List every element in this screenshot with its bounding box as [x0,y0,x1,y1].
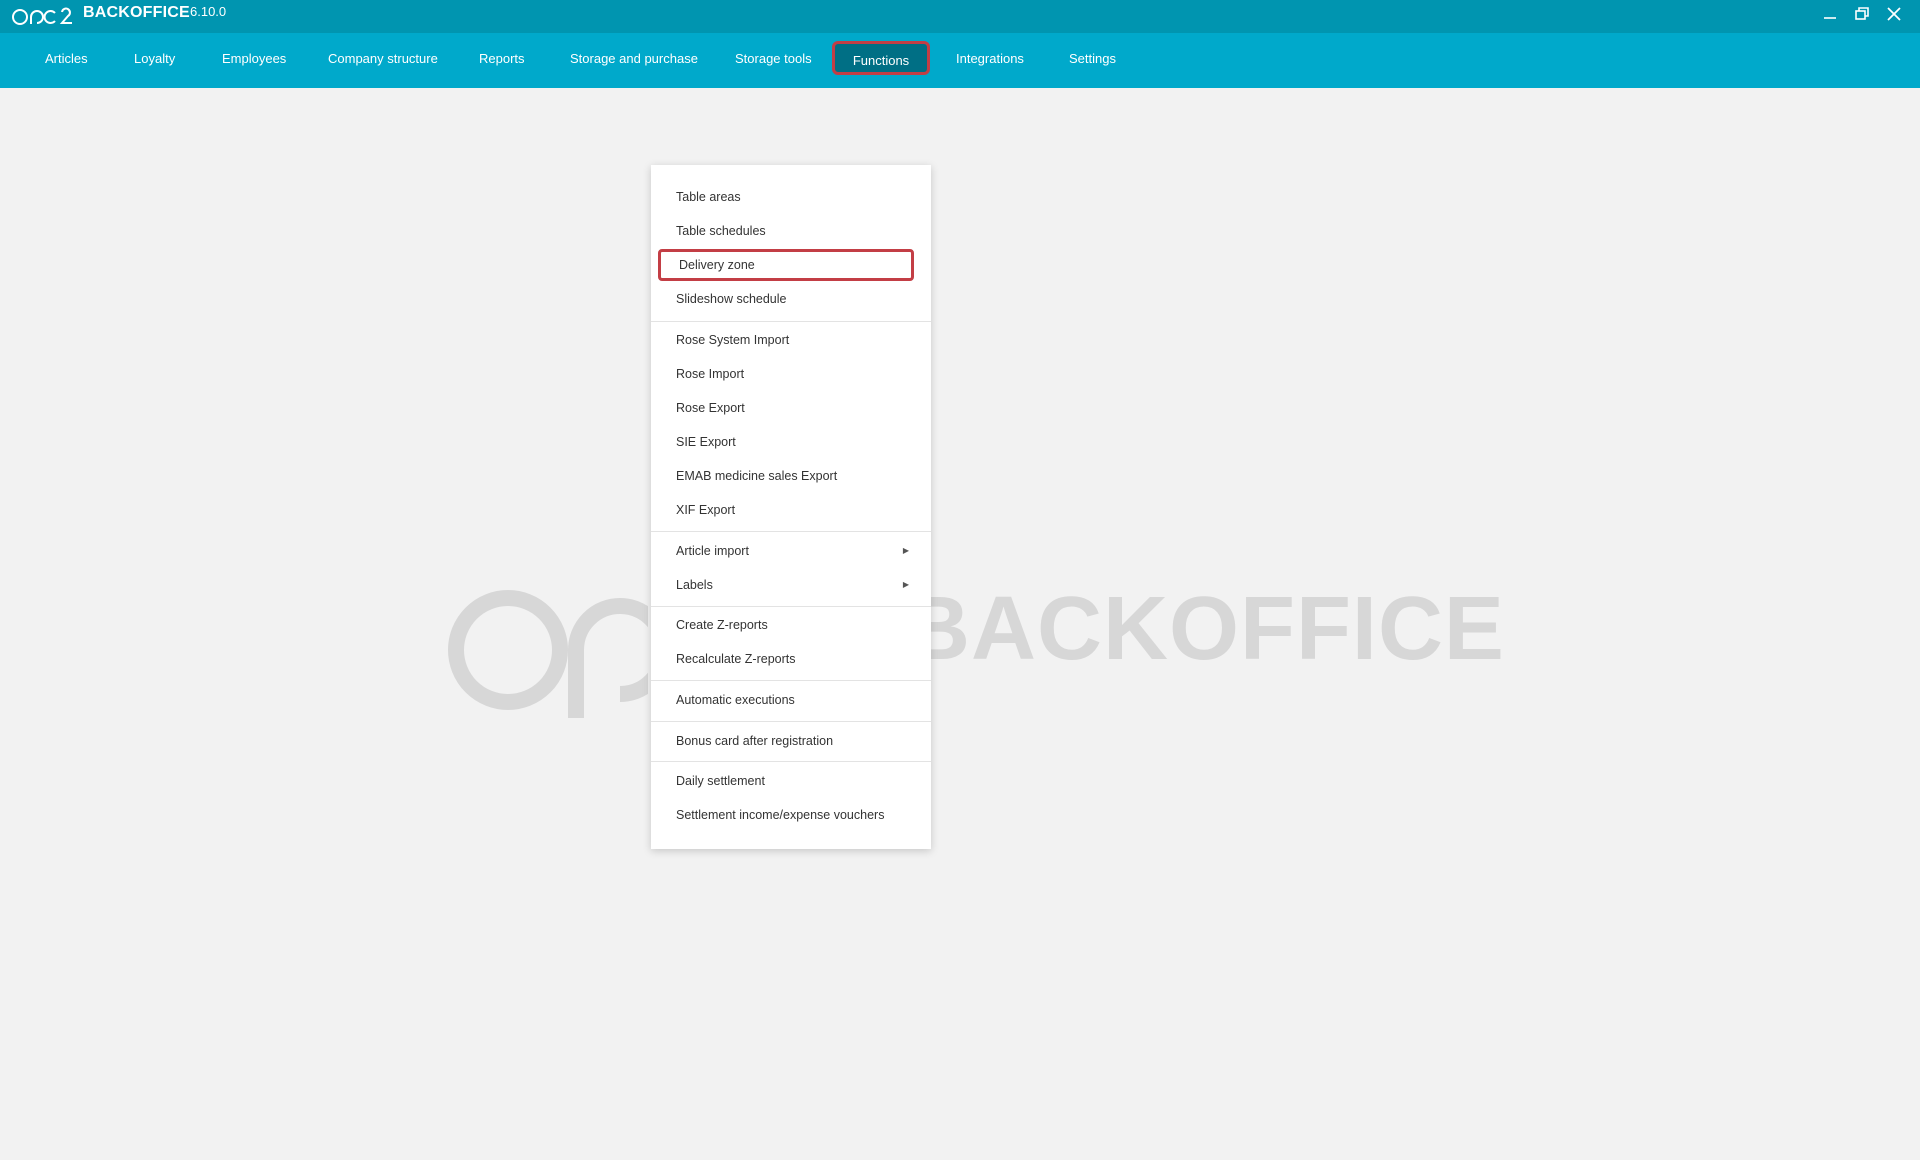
menu-item-article-import[interactable]: Article import ▶ [651,534,931,568]
menu-separator [651,721,931,722]
menu-item-delivery-zone[interactable]: Delivery zone [658,249,914,281]
menu-item-daily-settlement[interactable]: Daily settlement [651,764,931,798]
menu-item-settlement-vouchers[interactable]: Settlement income/expense vouchers [651,798,931,832]
chevron-right-icon: ▶ [902,580,909,589]
open-logo-icon [12,7,72,25]
nav-settings[interactable]: Settings [1069,33,1116,88]
main-content: BACKOFFICE Table areas Table schedules D… [0,88,1920,1160]
title-bar: BACKOFFICE 6.10.0 [0,0,1920,33]
nav-functions[interactable]: Functions [832,41,930,75]
app-version: 6.10.0 [190,4,227,19]
chevron-right-icon: ▶ [902,546,909,555]
app-title: BACKOFFICE [83,4,190,21]
functions-menu: Table areas Table schedules Delivery zon… [651,165,931,849]
menu-separator [651,321,931,322]
menu-item-rose-export[interactable]: Rose Export [651,391,931,425]
nav-employees[interactable]: Employees [222,33,286,88]
nav-articles[interactable]: Articles [45,33,88,88]
menu-separator [651,680,931,681]
nav-company-structure[interactable]: Company structure [328,33,438,88]
menu-item-rose-system-import[interactable]: Rose System Import [651,323,931,357]
menu-item-table-areas[interactable]: Table areas [651,180,931,214]
menu-item-rose-import[interactable]: Rose Import [651,357,931,391]
menu-item-recalculate-z-reports[interactable]: Recalculate Z-reports [651,642,931,676]
menu-separator [651,606,931,607]
menu-item-slideshow-schedule[interactable]: Slideshow schedule [651,282,931,316]
nav-integrations[interactable]: Integrations [956,33,1024,88]
menu-item-table-schedules[interactable]: Table schedules [651,214,931,248]
nav-loyalty[interactable]: Loyalty [134,33,175,88]
menu-item-xif-export[interactable]: XIF Export [651,493,931,527]
menu-item-create-z-reports[interactable]: Create Z-reports [651,608,931,642]
menu-item-bonus-card[interactable]: Bonus card after registration [651,724,931,758]
menu-item-automatic-executions[interactable]: Automatic executions [651,683,931,717]
menu-item-labels[interactable]: Labels ▶ [651,568,931,602]
restore-button[interactable] [1848,3,1876,29]
menu-separator [651,531,931,532]
close-icon [1887,7,1901,21]
restore-icon [1855,7,1869,20]
nav-reports[interactable]: Reports [479,33,525,88]
menu-separator [651,761,931,762]
nav-storage-tools[interactable]: Storage tools [735,33,812,88]
main-navbar: Articles Loyalty Employees Company struc… [0,33,1920,88]
menu-item-label: Labels [676,578,713,592]
menu-item-emab-export[interactable]: EMAB medicine sales Export [651,459,931,493]
watermark-text: BACKOFFICE [905,579,1505,679]
menu-item-sie-export[interactable]: SIE Export [651,425,931,459]
minimize-icon [1824,17,1836,19]
menu-item-label: Article import [676,544,749,558]
close-button[interactable] [1880,3,1908,29]
watermark-logo-icon [448,590,648,718]
nav-storage-and-purchase[interactable]: Storage and purchase [570,33,698,88]
minimize-button[interactable] [1816,3,1844,29]
